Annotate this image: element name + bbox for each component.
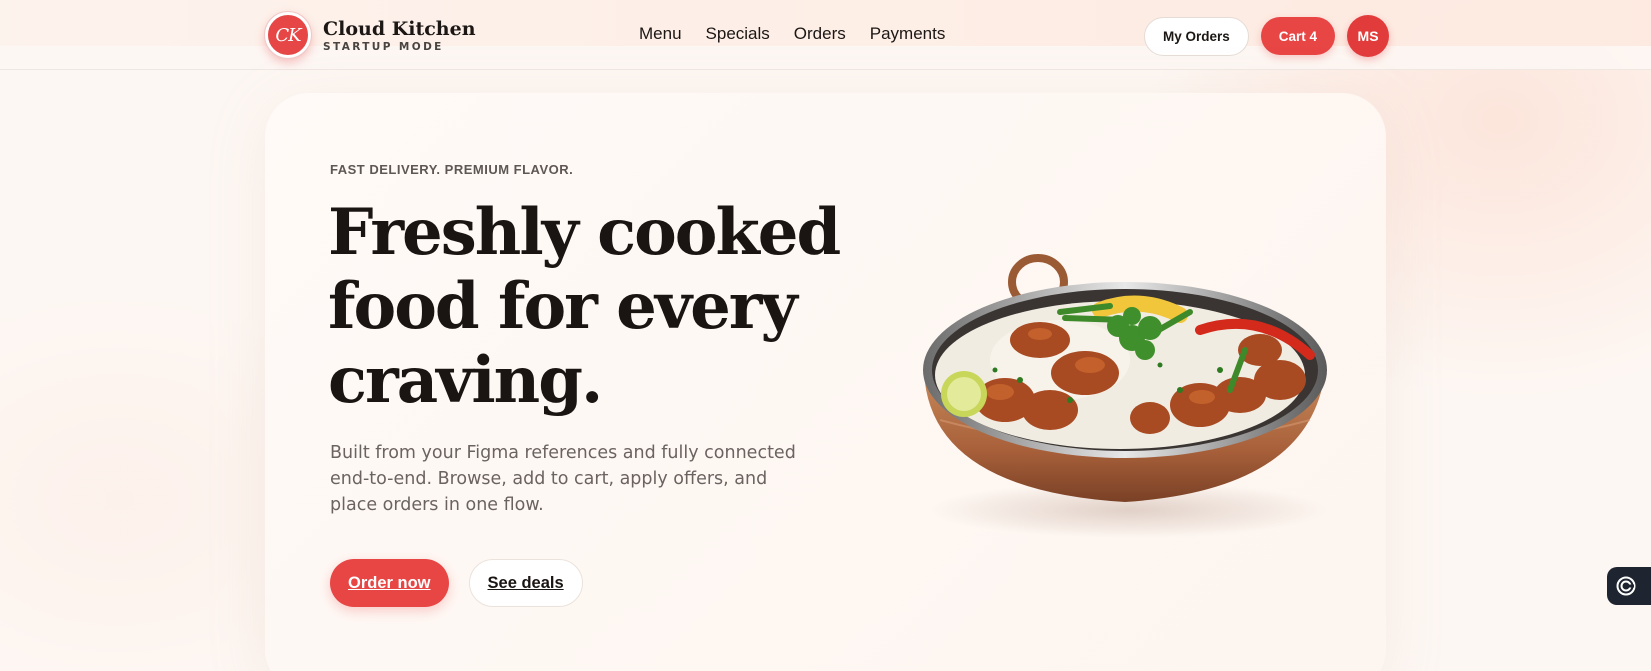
nav-links: Menu Specials Orders Payments — [639, 24, 945, 44]
nav-link-specials[interactable]: Specials — [706, 24, 770, 44]
see-deals-button[interactable]: See deals — [468, 559, 583, 607]
brand-tagline: STARTUP MODE — [323, 40, 444, 53]
hero-subtext: Built from your Figma references and ful… — [330, 443, 796, 515]
nav-link-payments[interactable]: Payments — [870, 24, 946, 44]
support-icon — [1616, 576, 1636, 596]
my-orders-button[interactable]: My Orders — [1144, 16, 1249, 56]
nav-actions: My Orders Cart 4 MS — [1144, 15, 1390, 57]
brand-logo: CK — [264, 11, 312, 59]
cart-button[interactable]: Cart 4 — [1260, 17, 1336, 55]
logo-monogram: CK — [275, 24, 301, 46]
nav-link-menu[interactable]: Menu — [639, 24, 682, 44]
brand-text: Cloud Kitchen STARTUP MODE — [323, 18, 476, 53]
hero-headline: Freshly cooked food for every craving. — [328, 195, 841, 418]
brand-name: Cloud Kitchen — [323, 17, 476, 40]
hero-cta-row: Order now See deals — [330, 559, 583, 607]
help-fab[interactable] — [1607, 567, 1651, 605]
hero-food-image — [923, 254, 1330, 538]
nav-link-orders[interactable]: Orders — [794, 24, 846, 44]
avatar[interactable]: MS — [1347, 15, 1390, 57]
top-nav: CK Cloud Kitchen STARTUP MODE Menu Speci… — [0, 0, 1651, 70]
hero-eyebrow: FAST DELIVERY. PREMIUM FLAVOR. — [330, 162, 574, 177]
brand[interactable]: CK Cloud Kitchen STARTUP MODE — [264, 11, 476, 59]
order-now-button[interactable]: Order now — [330, 559, 449, 607]
